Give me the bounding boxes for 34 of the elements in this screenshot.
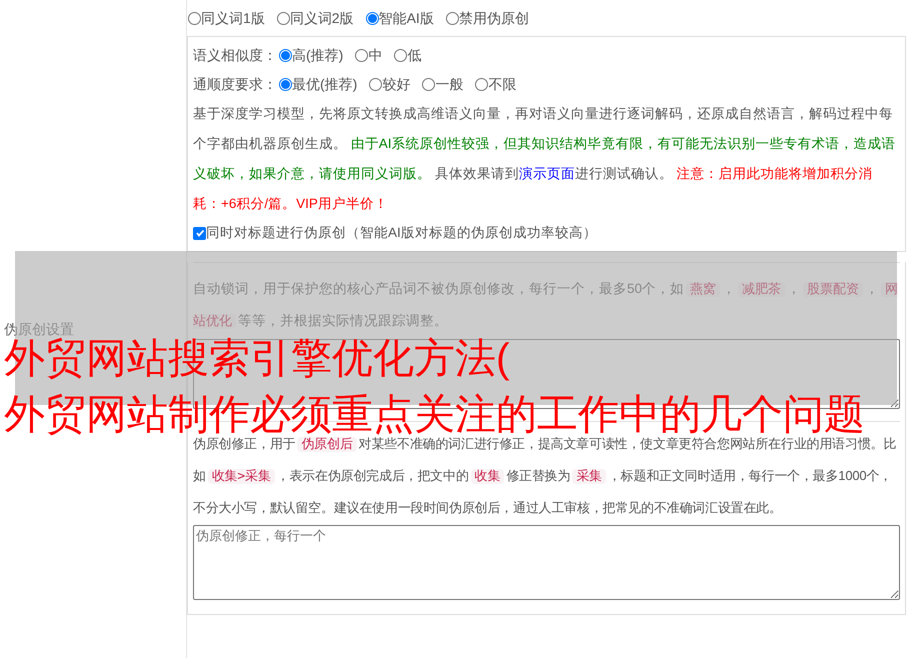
field-label: 通顺度要求： (193, 74, 277, 94)
field-label: 语义相似度： (193, 46, 277, 64)
checkbox-label: 同时对标题进行伪原创（智能AI版对标题的伪原创成功率较高） (206, 224, 597, 242)
overlay-title: 外贸网站搜索引擎优化方法( (4, 335, 510, 383)
demo-link[interactable]: 演示页面 (518, 166, 575, 181)
radio-label: 同义词2版 (290, 8, 354, 28)
radio-label: 较好 (382, 74, 410, 94)
lock-words-paragraph: 自动锁词，用于保护您的核心产品词不被伪原创修改，每行一个，最多50个，如 燕窝 ， 减肥茶 ， 股票配资 ， 网站优化 等等，并根据实际情况跟踪调整。 (193, 280, 900, 331)
radio-button[interactable] (279, 78, 292, 90)
radio-label: 智能AI版 (378, 8, 434, 28)
radio-label: 最优(推荐) (292, 74, 358, 94)
description-paragraph: 基于深度学习模型，先将原文转换成高维语义向量，再对语义向量进行逐词解码，还原成自然语言，解码过程中每个字都由机器原创生成。 由于AI系统原创性较强，但其知识结构毕竟有限，有可能无法识别一些专有术语，造成语义破坏，如果介意，请使用同义词版。 具体效果请到演示页面进行测试确认。 注意：启用此功能将增加积分消耗：+6积分/篇。VIP用户半价！ (193, 105, 897, 213)
radio-button[interactable] (394, 48, 408, 62)
section-label: 伪原创设置 (4, 320, 74, 338)
radio-button[interactable] (422, 78, 436, 90)
radio-button[interactable] (279, 48, 292, 62)
checkbox[interactable] (193, 226, 206, 240)
correction-field[interactable]: 伪原创修正，每行一个 (193, 525, 900, 600)
radio-label: 不限 (488, 74, 516, 94)
radio-label: 同义词1版 (201, 8, 265, 28)
radio-button[interactable] (276, 12, 290, 24)
radio-label: 一般 (435, 74, 464, 94)
correction-paragraph: 伪原创修正，用于 伪原创后 对某些不准确的词汇进行修正，提高文章可读性，使文章更符合您网站所在行业的用语习惯。比如 收集>采集 ，表示在伪原创完成后，把文中的 收集 修正替换为 采集 ，标题和正文同时适用，每行一个，最多1000个，不分大小写，默认留空。建议在使用一段时间伪原创后，通过人工审核，把常见的不准确词汇设置在此。 (193, 435, 898, 517)
radio-button[interactable] (446, 12, 459, 24)
radio-button[interactable] (369, 78, 382, 90)
radio-button[interactable] (188, 12, 201, 24)
overlay-title: 外贸网站制作必须重点关注的工作中的几个问题 (4, 390, 865, 437)
radio-button[interactable] (355, 48, 368, 62)
radio-button[interactable] (475, 78, 488, 90)
radio-label: 高(推荐) (292, 46, 344, 65)
radio-button[interactable] (366, 12, 379, 24)
radio-label: 禁用伪原创 (458, 8, 529, 28)
radio-label: 中 (368, 46, 382, 64)
radio-label: 低 (407, 46, 422, 64)
